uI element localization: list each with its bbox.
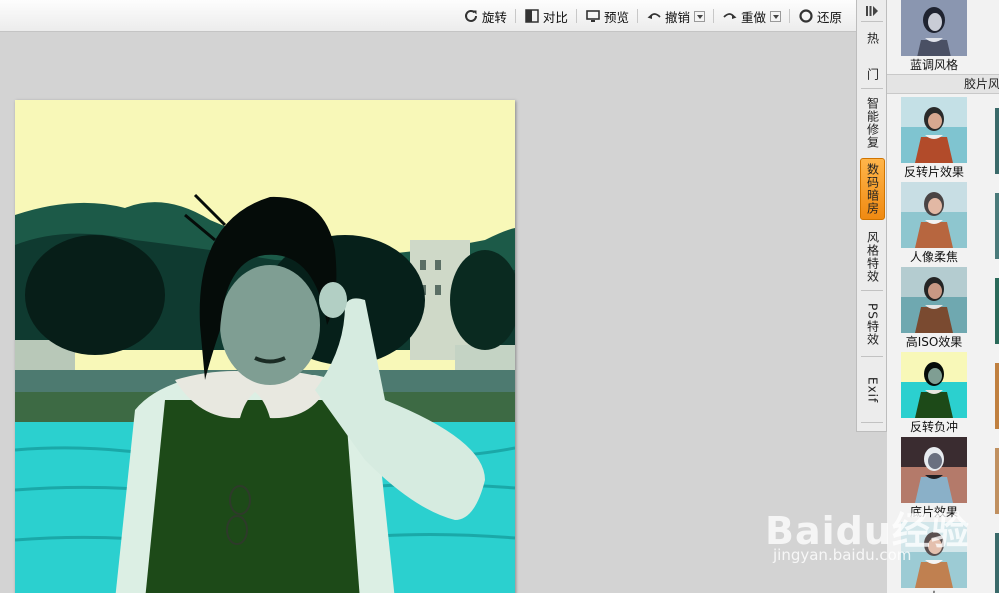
category-header-film: 胶片风: [887, 74, 999, 94]
toolbar-divider: [514, 9, 516, 23]
effect-caption: 反转片效果: [903, 165, 964, 179]
collapse-icon: [866, 6, 878, 16]
tab-divider: [861, 290, 883, 291]
effect-thumb-partial[interactable]: [995, 108, 999, 174]
compare-label: 对比: [542, 9, 568, 25]
collapse-panel-button[interactable]: [861, 2, 883, 20]
tab-label: 数码暗房: [865, 163, 880, 215]
undo-label: 撤销: [664, 9, 690, 25]
tab-label: 热: [865, 31, 880, 45]
restore-label: 还原: [816, 9, 842, 25]
tab-label: 风格特效: [865, 231, 880, 283]
toolbar-divider: [575, 9, 577, 23]
effect-caption: 蓝调风格: [909, 58, 958, 72]
effect-thumb-negative[interactable]: [901, 437, 967, 503]
restore-icon: [799, 9, 813, 23]
tab-label: Exif: [865, 376, 880, 404]
tab-ps-effects[interactable]: PS特效: [860, 296, 885, 352]
toolbar-actions: 旋转 对比 预览 撤销 重做 还原: [457, 6, 848, 26]
redo-label: 重做: [740, 9, 766, 25]
photo-image: [15, 100, 515, 593]
effect-thumb-large[interactable]: [901, 522, 967, 588]
tab-hot-1[interactable]: 热: [860, 26, 885, 50]
tab-smart-repair[interactable]: 智能修复: [860, 94, 885, 152]
redo-icon: [723, 13, 737, 19]
restore-button[interactable]: 还原: [792, 6, 848, 26]
effect-caption: 底片效果: [909, 505, 958, 519]
effect-thumb-reversal-film[interactable]: [901, 97, 967, 163]
rotate-label: 旋转: [481, 9, 507, 25]
effect-thumb-blue-tone[interactable]: [901, 0, 967, 56]
tab-label: 智能修复: [865, 97, 880, 149]
tab-style-effects[interactable]: 风格特效: [860, 228, 885, 286]
effect-caption: 人像柔焦: [909, 250, 958, 264]
monitor-icon: [586, 10, 600, 22]
top-toolbar: 旋转 对比 预览 撤销 重做 还原: [0, 0, 856, 32]
effect-caption: 大: [888, 588, 980, 593]
effect-thumb-cross-process[interactable]: [901, 352, 967, 418]
tab-divider: [861, 356, 883, 357]
preview-button[interactable]: 预览: [579, 6, 635, 26]
rotate-icon: [464, 9, 477, 22]
effect-thumb-portrait-soft-focus[interactable]: [901, 182, 967, 248]
toolbar-divider: [712, 9, 714, 23]
redo-button[interactable]: 重做: [716, 6, 787, 26]
compare-icon: [525, 9, 539, 23]
toolbar-divider: [788, 9, 790, 23]
undo-icon: [647, 13, 661, 19]
editor-canvas: [0, 33, 856, 593]
effect-thumb-high-iso[interactable]: [901, 267, 967, 333]
redo-dropdown-arrow[interactable]: [769, 10, 781, 22]
effect-thumb-partial[interactable]: [995, 533, 999, 593]
tab-label: PS特效: [865, 302, 880, 346]
effect-thumb-partial[interactable]: [995, 193, 999, 259]
effect-caption: 反转负冲: [909, 420, 958, 434]
rotate-button[interactable]: 旋转: [457, 6, 513, 26]
preview-label: 预览: [603, 9, 629, 25]
tab-label: 门: [865, 67, 880, 81]
compare-button[interactable]: 对比: [518, 6, 574, 26]
tab-divider: [861, 21, 883, 22]
tab-divider: [861, 88, 883, 89]
edited-photo[interactable]: [15, 100, 515, 593]
tab-hot-2[interactable]: 门: [860, 62, 885, 86]
tab-digital-darkroom[interactable]: 数码暗房: [860, 158, 885, 220]
undo-button[interactable]: 撤销: [640, 6, 711, 26]
effects-panel: 蓝调风格 胶片风 反转片效果 人像柔焦 高ISO效果 反转负冲 底片效果 大: [887, 0, 999, 593]
effect-thumb-partial[interactable]: [995, 278, 999, 344]
tab-exif[interactable]: Exif: [860, 362, 885, 418]
tab-divider: [861, 422, 883, 423]
effect-thumb-partial[interactable]: [995, 448, 999, 514]
category-tab-strip: 热 门 智能修复 数码暗房 风格特效 PS特效 Exif: [856, 0, 887, 432]
toolbar-divider: [636, 9, 638, 23]
undo-dropdown-arrow[interactable]: [693, 10, 705, 22]
effect-thumb-partial[interactable]: [995, 363, 999, 429]
effect-caption: 高ISO效果: [905, 335, 963, 349]
